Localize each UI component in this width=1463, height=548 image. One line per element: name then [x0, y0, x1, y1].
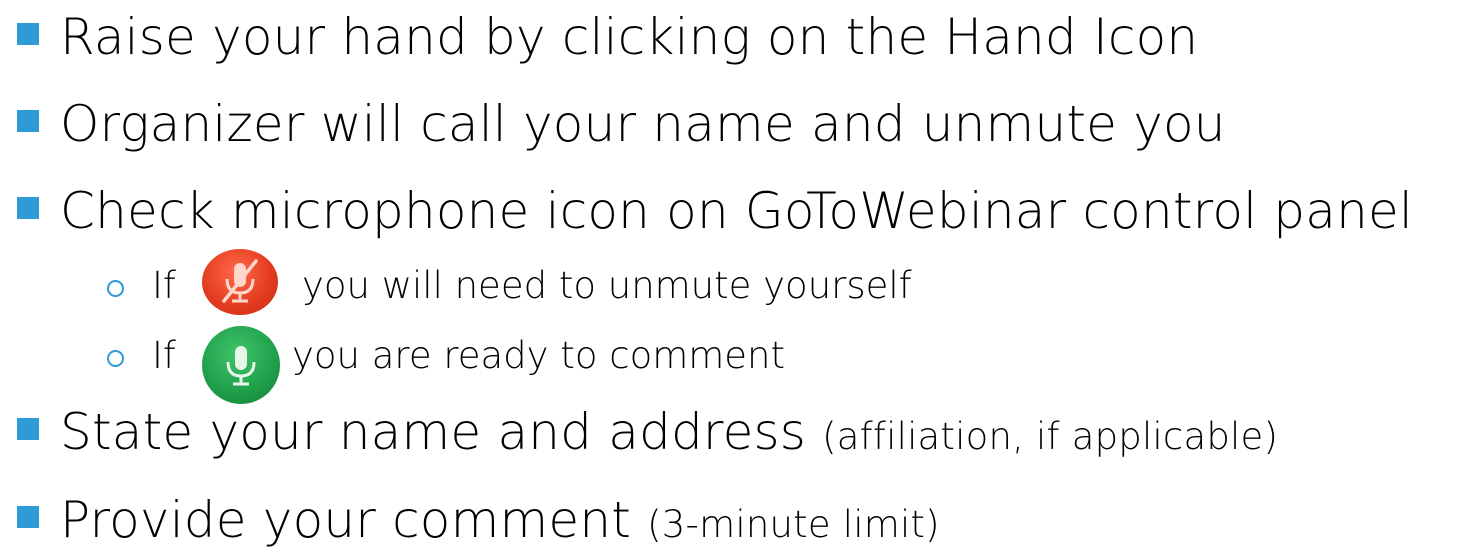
sub-bullet-prefix: If — [152, 264, 176, 307]
bullet-main: Provide your comment — [60, 491, 648, 548]
bullet-circle — [107, 280, 124, 297]
bullet-square — [17, 110, 39, 132]
bullet-square — [17, 197, 39, 219]
sub-bullet-text: you will need to unmute yourself — [302, 264, 912, 307]
bullet-square — [17, 418, 39, 440]
muted-microphone-icon — [202, 249, 278, 315]
bullet-text: Raise your hand by clicking on the Hand … — [60, 8, 1199, 66]
bullet-circle — [107, 350, 124, 367]
microphone-icon — [202, 326, 280, 404]
bullet-square — [17, 506, 39, 528]
bullet-main: State your name and address — [60, 403, 823, 461]
bullet-text: State your name and address (affiliation… — [60, 403, 1278, 461]
bullet-square — [17, 23, 39, 45]
sub-bullet-text: you are ready to comment — [292, 334, 786, 377]
bullet-text: Provide your comment (3-minute limit) — [60, 491, 940, 548]
bullet-text: Check microphone icon on GoToWebinar con… — [60, 182, 1414, 240]
sub-bullet-prefix: If — [152, 334, 176, 377]
bullet-note: (affiliation, if applicable) — [822, 415, 1279, 458]
bullet-note: (3-minute limit) — [647, 503, 940, 546]
bullet-text: Organizer will call your name and unmute… — [60, 95, 1226, 153]
